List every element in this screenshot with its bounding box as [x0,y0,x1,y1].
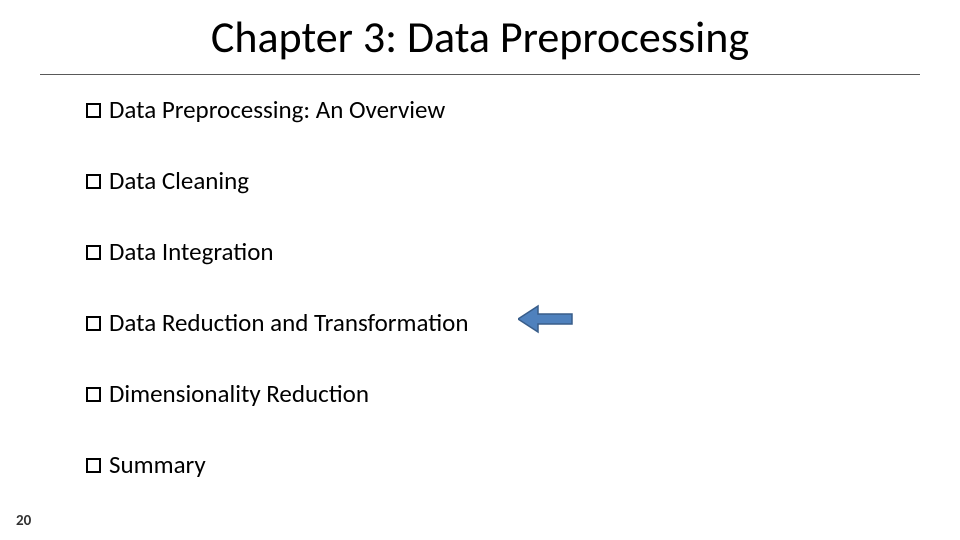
list-item-label: Data Reduction and Transformation [109,307,469,338]
square-bullet-icon [86,174,101,189]
square-bullet-icon [86,387,101,402]
square-bullet-icon [86,103,101,118]
list-item: Data Cleaning [86,165,469,196]
list-item-label: Summary [109,449,206,480]
title-underline [40,74,920,75]
list-item: Data Preprocessing: An Overview [86,94,469,125]
list-item-label: Data Cleaning [109,165,249,196]
slide-title: Chapter 3: Data Preprocessing [0,10,960,64]
list-item-label: Data Integration [109,236,274,267]
list-item-label: Dimensionality Reduction [109,378,369,409]
list-item: Data Integration [86,236,469,267]
left-arrow-icon [518,304,574,334]
list-item: Dimensionality Reduction [86,378,469,409]
list-item-label: Data Preprocessing: An Overview [109,94,445,125]
list-item: Summary [86,449,469,480]
slide: Chapter 3: Data Preprocessing Data Prepr… [0,0,960,540]
bullet-list: Data Preprocessing: An Overview Data Cle… [86,94,469,480]
square-bullet-icon [86,458,101,473]
square-bullet-icon [86,245,101,260]
arrow-shape [518,306,572,332]
square-bullet-icon [86,316,101,331]
list-item: Data Reduction and Transformation [86,307,469,338]
page-number: 20 [16,512,31,530]
